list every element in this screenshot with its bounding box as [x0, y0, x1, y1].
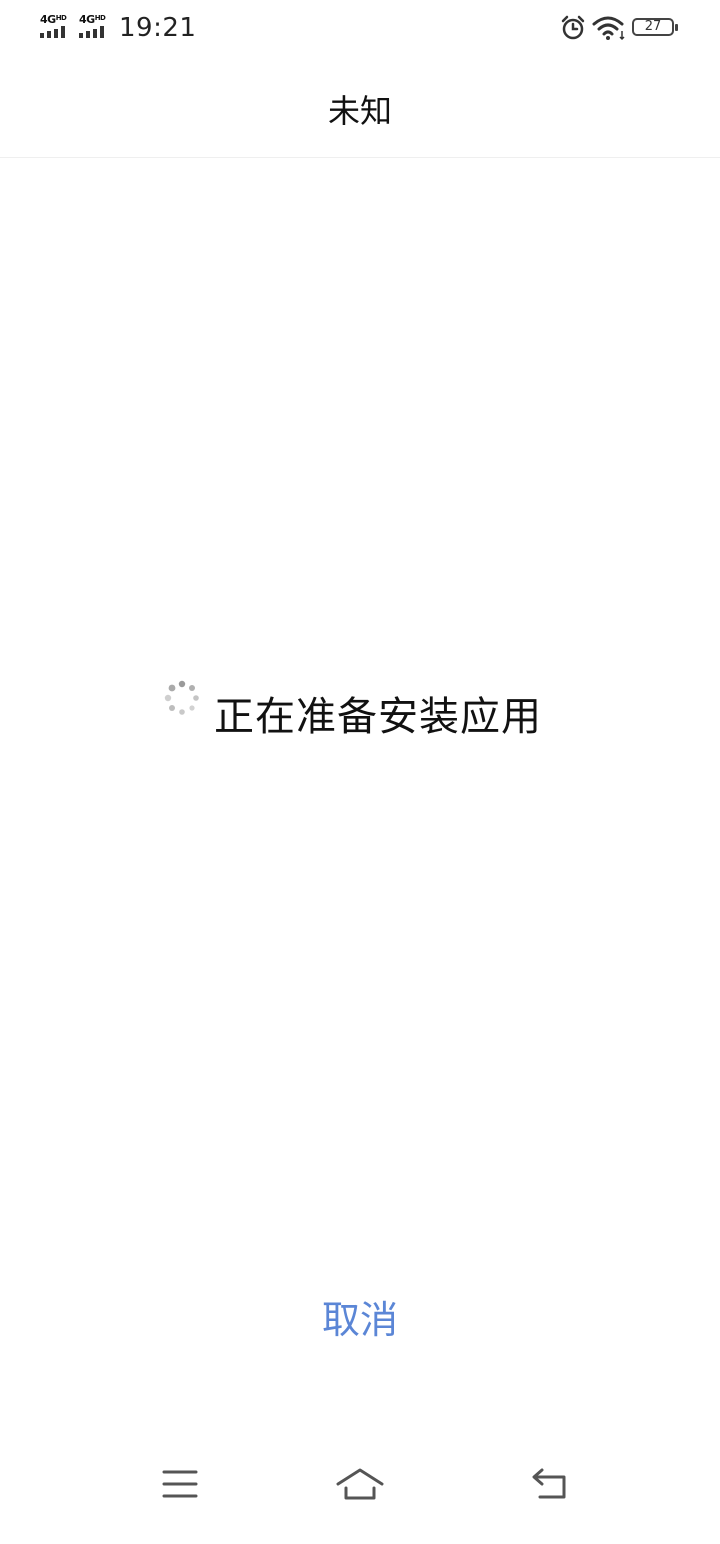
back-button[interactable] — [520, 1454, 580, 1514]
cancel-button[interactable]: 取消 — [260, 1290, 460, 1350]
status-time: 19:21 — [119, 13, 197, 43]
menu-icon — [162, 1470, 198, 1498]
status-bar: 4GHD 4GHD 19:21 27 — [0, 0, 720, 56]
signal-2-icon: 4GHD — [79, 12, 113, 40]
battery-level: 27 — [644, 19, 662, 34]
home-icon — [336, 1468, 384, 1500]
page-title: 未知 — [327, 92, 392, 130]
title-bar: 未知 — [0, 56, 720, 158]
wifi-icon — [592, 16, 625, 41]
progress-message: 正在准备安装应用 — [214, 694, 542, 740]
back-icon — [532, 1468, 566, 1499]
loading-spinner-icon — [164, 680, 199, 715]
battery-icon: 27 — [632, 18, 678, 36]
navigation-bar — [0, 1434, 720, 1544]
install-screen: 4GHD 4GHD 19:21 27 未知 正在准备安装应用 取消 — [0, 0, 720, 1544]
menu-button[interactable] — [150, 1454, 210, 1514]
signal-1-icon: 4GHD — [40, 12, 74, 40]
alarm-icon — [561, 15, 585, 40]
install-progress: 正在准备安装应用 — [0, 678, 720, 740]
home-button[interactable] — [330, 1454, 390, 1514]
